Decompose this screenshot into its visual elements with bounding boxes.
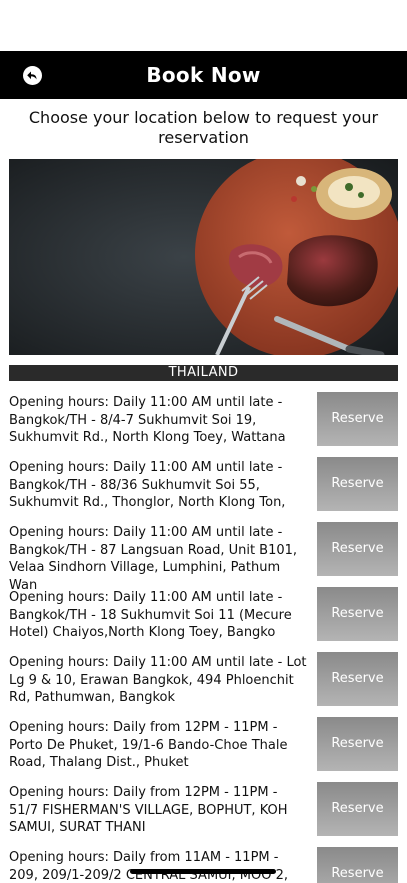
location-text: Opening hours: Daily from 12PM - 11PM - … (9, 720, 288, 770)
list-item: Opening hours: Daily 11:00 AM until late… (0, 457, 407, 517)
list-item: Opening hours: Daily 11:00 AM until late… (0, 587, 407, 647)
steak-on-wooden-board-photo (9, 159, 398, 355)
list-item: Opening hours: Daily 11:00 AM until late… (0, 652, 407, 712)
page-title: Book Now (146, 63, 261, 87)
list-item: Opening hours: Daily from 11AM - 11PM - … (0, 847, 407, 883)
location-text: Opening hours: Daily from 12PM - 11PM - … (9, 785, 288, 835)
home-indicator[interactable] (130, 869, 276, 874)
location-text: Opening hours: Daily 11:00 AM until late… (9, 395, 286, 445)
list-item: Opening hours: Daily from 12PM - 11PM - … (0, 782, 407, 842)
reserve-button[interactable]: Reserve (317, 717, 398, 771)
reserve-button[interactable]: Reserve (317, 392, 398, 446)
reserve-button[interactable]: Reserve (317, 522, 398, 576)
intro-text: Choose your location below to request yo… (28, 108, 379, 147)
location-text: Opening hours: Daily 11:00 AM until late… (9, 655, 307, 705)
list-item: Opening hours: Daily 11:00 AM until late… (0, 392, 407, 452)
reserve-button[interactable]: Reserve (317, 782, 398, 836)
list-item: Opening hours: Daily from 12PM - 11PM - … (0, 717, 407, 777)
reserve-button[interactable]: Reserve (317, 587, 398, 641)
location-text: Opening hours: Daily 11:00 AM until late… (9, 460, 286, 510)
app-header: Book Now (0, 51, 407, 99)
reserve-button[interactable]: Reserve (317, 457, 398, 511)
country-header: THAILAND (9, 365, 398, 381)
reserve-button[interactable]: Reserve (317, 847, 398, 883)
location-text: Opening hours: Daily 11:00 AM until late… (9, 525, 298, 593)
location-text: Opening hours: Daily from 11AM - 11PM - … (9, 850, 288, 883)
location-text: Opening hours: Daily 11:00 AM until late… (9, 590, 292, 640)
reserve-button[interactable]: Reserve (317, 652, 398, 706)
list-item: Opening hours: Daily 11:00 AM until late… (0, 522, 407, 593)
